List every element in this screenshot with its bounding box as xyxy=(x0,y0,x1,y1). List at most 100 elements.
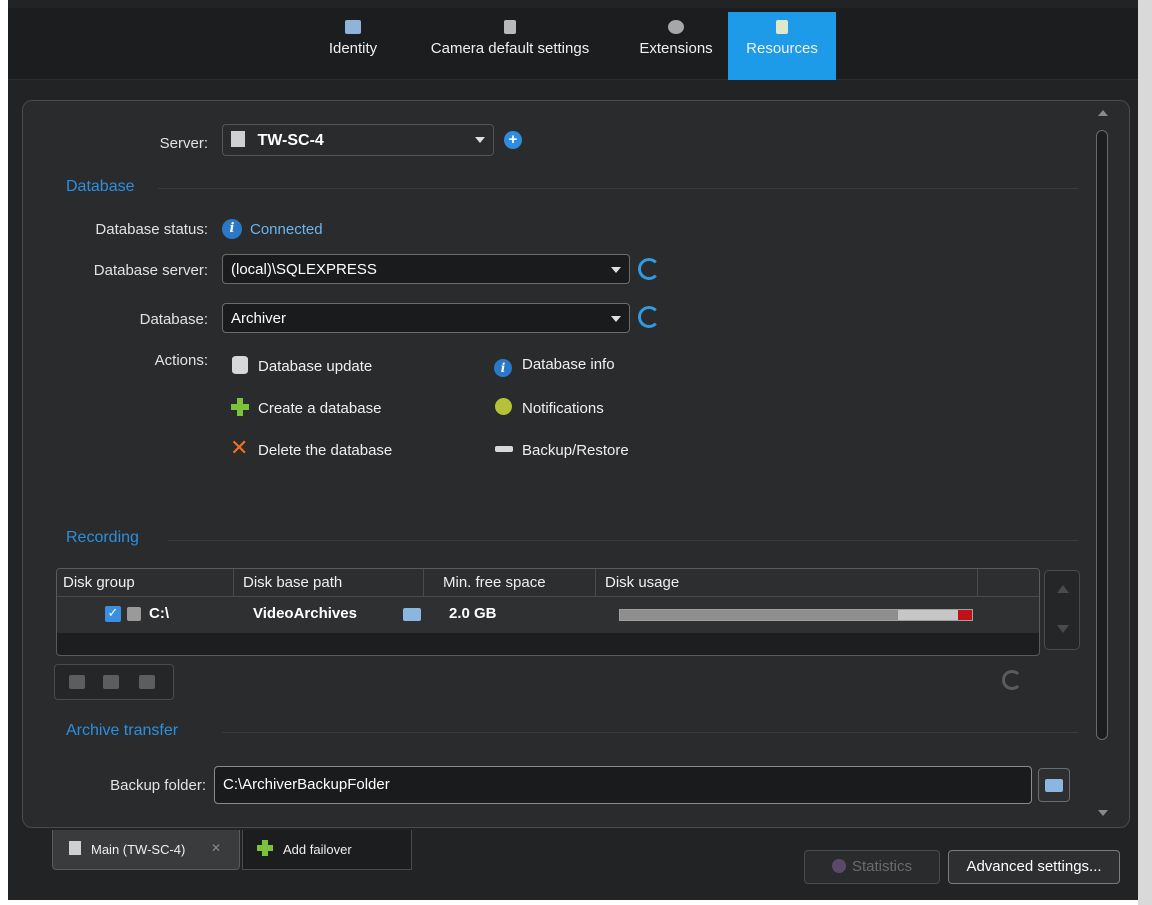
column-divider xyxy=(423,569,424,597)
notifications-action[interactable]: Notifications xyxy=(494,398,604,417)
column-header[interactable]: Disk group xyxy=(63,574,135,591)
database-update-action[interactable]: Database update xyxy=(230,356,372,375)
create-database-label: Create a database xyxy=(258,400,382,417)
remove-disk-icon[interactable] xyxy=(139,675,155,689)
identity-icon xyxy=(345,20,361,34)
database-label: Database: xyxy=(139,311,208,328)
disk-icon xyxy=(127,607,141,621)
main-tab-label: Main (TW-SC-4) xyxy=(91,842,186,857)
column-divider xyxy=(977,569,978,597)
delete-database-label: Delete the database xyxy=(258,442,393,459)
refresh-icon[interactable] xyxy=(638,258,660,280)
column-divider xyxy=(595,569,596,597)
add-disk-icon[interactable] xyxy=(69,675,85,689)
refresh-icon[interactable] xyxy=(638,306,660,328)
chevron-down-icon xyxy=(611,316,621,322)
column-header[interactable]: Min. free space xyxy=(443,574,546,591)
backup-folder-input[interactable]: C:\ArchiverBackupFolder xyxy=(214,766,1032,804)
column-header[interactable]: Disk base path xyxy=(243,574,342,591)
folder-icon xyxy=(1045,779,1063,792)
plus-icon xyxy=(230,398,250,416)
section-divider xyxy=(168,540,1078,541)
status-info-icon: i xyxy=(222,219,242,239)
resources-panel xyxy=(22,100,1130,828)
advanced-settings-button[interactable]: Advanced settings... xyxy=(948,850,1120,884)
server-label: Server: xyxy=(159,135,208,152)
edit-disk-icon[interactable] xyxy=(103,675,119,689)
statistics-label: Statistics xyxy=(851,858,912,875)
disk-toolbar xyxy=(54,664,174,700)
plus-icon xyxy=(257,840,273,856)
tab-extensions[interactable]: Extensions xyxy=(624,12,728,80)
table-header: Disk group Disk base path Min. free spac… xyxy=(57,569,1039,597)
column-header[interactable]: Disk usage xyxy=(605,574,679,591)
add-server-icon[interactable]: + xyxy=(504,131,522,149)
database-status-value: Connected xyxy=(250,221,323,238)
database-select[interactable]: Archiver xyxy=(222,303,630,333)
app-window: Identity Camera default settings Extensi… xyxy=(8,0,1138,900)
delete-icon: ✕ xyxy=(230,436,249,461)
tab-resources[interactable]: Resources xyxy=(728,12,836,80)
database-info-action[interactable]: i Database info xyxy=(494,356,615,377)
recording-section-title: Recording xyxy=(66,529,139,546)
tab-identity[interactable]: Identity xyxy=(314,12,392,80)
disk-group-table: Disk group Disk base path Min. free spac… xyxy=(56,568,1040,656)
server-icon xyxy=(69,841,81,855)
chevron-down-icon xyxy=(475,137,485,143)
tab-extensions-label: Extensions xyxy=(639,40,713,57)
disk-name: C:\ xyxy=(149,605,169,622)
tab-add-failover[interactable]: Add failover xyxy=(242,830,412,870)
min-free-space: 2.0 GB xyxy=(449,605,497,622)
vertical-scrollbar[interactable] xyxy=(1093,108,1111,818)
database-server-value: (local)\SQLEXPRESS xyxy=(231,261,377,278)
resources-icon xyxy=(776,20,788,34)
chevron-down-icon xyxy=(611,267,621,273)
statistics-icon xyxy=(831,859,846,873)
scroll-up-icon[interactable] xyxy=(1098,110,1108,116)
server-icon xyxy=(231,131,245,147)
create-database-action[interactable]: Create a database xyxy=(230,398,381,417)
extensions-icon xyxy=(668,20,684,34)
top-tab-bar: Identity Camera default settings Extensi… xyxy=(8,8,1138,80)
server-value: TW-SC-4 xyxy=(257,132,324,149)
tab-main-server[interactable]: Main (TW-SC-4) ✕ xyxy=(52,830,240,870)
refresh-icon[interactable] xyxy=(1002,670,1022,690)
tab-camera-default-settings[interactable]: Camera default settings xyxy=(406,12,614,80)
move-down-icon[interactable] xyxy=(1057,625,1069,633)
add-failover-label: Add failover xyxy=(283,842,352,857)
notifications-label: Notifications xyxy=(522,400,604,417)
database-status-label: Database status: xyxy=(95,221,208,238)
section-divider xyxy=(222,732,1078,733)
table-row[interactable]: ✓ C:\ VideoArchives 2.0 GB xyxy=(57,597,1039,633)
scroll-thumb[interactable] xyxy=(1096,130,1108,740)
folder-icon[interactable] xyxy=(403,608,421,621)
delete-database-action[interactable]: ✕ Delete the database xyxy=(230,436,393,461)
camera-icon xyxy=(504,20,516,34)
backup-restore-action[interactable]: Backup/Restore xyxy=(494,440,629,459)
database-update-label: Database update xyxy=(258,358,373,375)
critical-usage-segment xyxy=(958,610,972,620)
scroll-down-icon[interactable] xyxy=(1098,810,1108,816)
close-icon[interactable]: ✕ xyxy=(211,841,221,855)
statistics-button[interactable]: Statistics xyxy=(804,850,940,884)
server-select[interactable]: TW-SC-4 xyxy=(222,124,494,156)
browse-folder-button[interactable] xyxy=(1038,768,1070,802)
section-divider xyxy=(158,188,1078,189)
backup-icon xyxy=(494,440,514,458)
tab-resources-label: Resources xyxy=(746,40,818,57)
move-up-icon[interactable] xyxy=(1057,585,1069,593)
reorder-buttons xyxy=(1044,570,1080,650)
disk-enabled-checkbox[interactable]: ✓ xyxy=(105,606,121,622)
tab-identity-label: Identity xyxy=(328,40,378,57)
column-divider xyxy=(233,569,234,597)
database-server-select[interactable]: (local)\SQLEXPRESS xyxy=(222,254,630,284)
database-value: Archiver xyxy=(231,310,287,327)
database-section-title: Database xyxy=(66,178,135,195)
info-icon: i xyxy=(494,359,514,377)
actions-label: Actions: xyxy=(154,352,208,369)
notifications-icon xyxy=(494,398,514,416)
tab-camera-label: Camera default settings xyxy=(430,40,590,57)
archive-transfer-section-title: Archive transfer xyxy=(66,722,179,739)
backup-restore-label: Backup/Restore xyxy=(522,442,629,459)
database-icon xyxy=(230,356,250,374)
